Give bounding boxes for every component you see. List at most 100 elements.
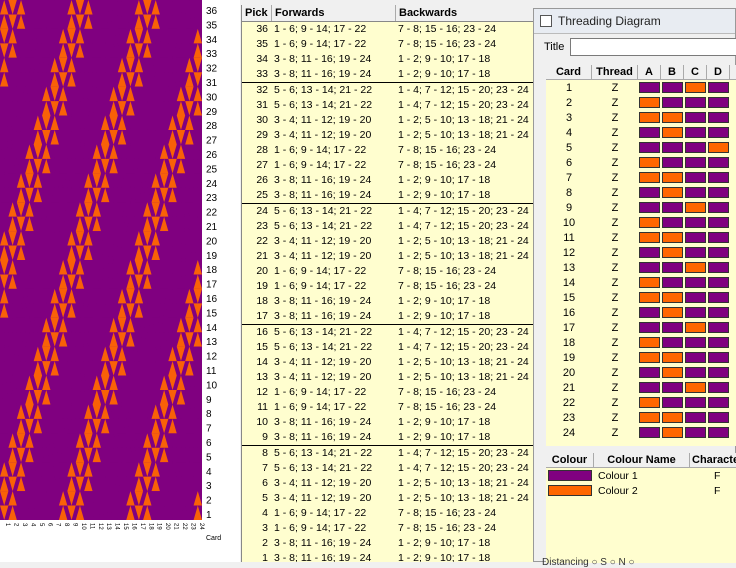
hole-b-colour-cell[interactable] bbox=[662, 217, 683, 228]
hole-d-colour-cell[interactable] bbox=[708, 172, 729, 183]
hole-b-colour-cell[interactable] bbox=[662, 382, 683, 393]
hole-b-colour-cell[interactable] bbox=[662, 202, 683, 213]
hole-c-colour-cell[interactable] bbox=[685, 307, 706, 318]
hole-b-colour-cell[interactable] bbox=[662, 412, 683, 423]
hole-c-colour-cell[interactable] bbox=[685, 322, 706, 333]
hole-c-colour-cell[interactable] bbox=[685, 217, 706, 228]
hole-b-colour-cell[interactable] bbox=[662, 277, 683, 288]
hole-b-colour-cell[interactable] bbox=[662, 187, 683, 198]
hole-a-colour-cell[interactable] bbox=[639, 262, 660, 273]
hole-c-colour-cell[interactable] bbox=[685, 367, 706, 378]
colour-swatch[interactable] bbox=[548, 470, 592, 481]
hole-d-colour-cell[interactable] bbox=[708, 322, 729, 333]
hole-c-colour-cell[interactable] bbox=[685, 187, 706, 198]
pick-row[interactable]: 25 3 - 8; 11 - 16; 19 - 24 1 - 2; 9 - 10; … bbox=[242, 188, 534, 203]
thread-direction[interactable]: Z bbox=[592, 292, 638, 304]
title-input[interactable] bbox=[570, 38, 736, 56]
hole-b-colour-cell[interactable] bbox=[662, 112, 683, 123]
pick-column-header[interactable]: Pick bbox=[242, 5, 272, 21]
pick-row[interactable]: 35 1 - 6; 9 - 14; 17 - 22 7 - 8; 15 - 16; … bbox=[242, 37, 534, 52]
distancing-options[interactable]: Distancing ○ S ○ N ○ bbox=[542, 557, 635, 568]
card-row[interactable]: 2Z bbox=[546, 95, 736, 110]
card-row[interactable]: 16 Z bbox=[546, 305, 736, 320]
thread-direction[interactable]: Z bbox=[592, 277, 638, 289]
hole-c-colour-cell[interactable] bbox=[685, 127, 706, 138]
hole-c-colour-cell[interactable] bbox=[685, 397, 706, 408]
pick-row[interactable]: 22 3 - 4; 11 - 12; 19 - 20 1 - 2; 5 - 10; … bbox=[242, 234, 534, 249]
hole-d-colour-cell[interactable] bbox=[708, 292, 729, 303]
hole-d-colour-cell[interactable] bbox=[708, 337, 729, 348]
hole-b-colour-cell[interactable] bbox=[662, 307, 683, 318]
hole-d-colour-cell[interactable] bbox=[708, 127, 729, 138]
thread-direction[interactable]: Z bbox=[592, 232, 638, 244]
hole-d-colour-cell[interactable] bbox=[708, 277, 729, 288]
hole-a-colour-cell[interactable] bbox=[639, 232, 660, 243]
card-row[interactable]: 8Z bbox=[546, 185, 736, 200]
card-row[interactable]: 19 Z bbox=[546, 350, 736, 365]
card-row[interactable]: 5Z bbox=[546, 140, 736, 155]
thread-direction[interactable]: Z bbox=[592, 202, 638, 214]
hole-d-colour-cell[interactable] bbox=[708, 307, 729, 318]
pick-row[interactable]: 20 1 - 6; 9 - 14; 17 - 22 7 - 8; 15 - 16; … bbox=[242, 264, 534, 279]
card-row[interactable]: 3Z bbox=[546, 110, 736, 125]
pick-row[interactable]: 14 3 - 4; 11 - 12; 19 - 20 1 - 2; 5 - 10; … bbox=[242, 355, 534, 370]
hole-a-colour-cell[interactable] bbox=[639, 112, 660, 123]
thread-direction[interactable]: Z bbox=[592, 337, 638, 349]
thread-direction[interactable]: Z bbox=[592, 367, 638, 379]
hole-b-colour-cell[interactable] bbox=[662, 367, 683, 378]
card-row[interactable]: 1Z bbox=[546, 80, 736, 95]
hole-b-colour-cell[interactable] bbox=[662, 82, 683, 93]
card-row[interactable]: 17 Z bbox=[546, 320, 736, 335]
thread-direction[interactable]: Z bbox=[592, 157, 638, 169]
hole-b-colour-cell[interactable] bbox=[662, 172, 683, 183]
pick-row[interactable]: 32 5 - 6; 13 - 14; 21 - 22 1 - 4; 7 - 12; … bbox=[242, 82, 534, 98]
colour-swatch[interactable] bbox=[548, 485, 592, 496]
hole-b-colour-cell[interactable] bbox=[662, 157, 683, 168]
hole-d-colour-cell[interactable] bbox=[708, 142, 729, 153]
hole-b-colour-cell[interactable] bbox=[662, 352, 683, 363]
hole-d-colour-cell[interactable] bbox=[708, 82, 729, 93]
hole-c-colour-cell[interactable] bbox=[685, 382, 706, 393]
thread-direction[interactable]: Z bbox=[592, 412, 638, 424]
hole-a-colour-cell[interactable] bbox=[639, 82, 660, 93]
pick-row[interactable]: 15 5 - 6; 13 - 14; 21 - 22 1 - 4; 7 - 12; … bbox=[242, 340, 534, 355]
card-row[interactable]: 15 Z bbox=[546, 290, 736, 305]
hole-c-colour-cell[interactable] bbox=[685, 97, 706, 108]
hole-c-colour-cell[interactable] bbox=[685, 247, 706, 258]
hole-b-colour-cell[interactable] bbox=[662, 397, 683, 408]
hole-c-colour-cell[interactable] bbox=[685, 337, 706, 348]
hole-a-column-header[interactable]: A bbox=[638, 65, 661, 80]
card-row[interactable]: 11 Z bbox=[546, 230, 736, 245]
pick-row[interactable]: 4 1 - 6; 9 - 14; 17 - 22 7 - 8; 15 - 16; 2… bbox=[242, 506, 534, 521]
pick-row[interactable]: 34 3 - 8; 11 - 16; 19 - 24 1 - 2; 9 - 10; … bbox=[242, 52, 534, 67]
pick-row[interactable]: 11 1 - 6; 9 - 14; 17 - 22 7 - 8; 15 - 16; … bbox=[242, 400, 534, 415]
hole-b-colour-cell[interactable] bbox=[662, 127, 683, 138]
card-row[interactable]: 12 Z bbox=[546, 245, 736, 260]
thread-direction[interactable]: Z bbox=[592, 187, 638, 199]
card-row[interactable]: 14 Z bbox=[546, 275, 736, 290]
hole-b-colour-cell[interactable] bbox=[662, 292, 683, 303]
card-row[interactable]: 18 Z bbox=[546, 335, 736, 350]
card-row[interactable]: 7Z bbox=[546, 170, 736, 185]
pick-row[interactable]: 9 3 - 8; 11 - 16; 19 - 24 1 - 2; 9 - 10; 1… bbox=[242, 430, 534, 445]
pick-row[interactable]: 30 3 - 4; 11 - 12; 19 - 20 1 - 2; 5 - 10; … bbox=[242, 113, 534, 128]
hole-d-colour-cell[interactable] bbox=[708, 412, 729, 423]
hole-d-colour-cell[interactable] bbox=[708, 187, 729, 198]
card-row[interactable]: 9Z bbox=[546, 200, 736, 215]
thread-direction[interactable]: Z bbox=[592, 427, 638, 439]
pick-row[interactable]: 33 3 - 8; 11 - 16; 19 - 24 1 - 2; 9 - 10; … bbox=[242, 67, 534, 82]
hole-a-colour-cell[interactable] bbox=[639, 217, 660, 228]
hole-c-colour-cell[interactable] bbox=[685, 262, 706, 273]
hole-d-colour-cell[interactable] bbox=[708, 232, 729, 243]
colour-row[interactable]: Colour 1 F bbox=[546, 468, 736, 483]
hole-a-colour-cell[interactable] bbox=[639, 352, 660, 363]
thread-direction[interactable]: Z bbox=[592, 142, 638, 154]
thread-direction[interactable]: Z bbox=[592, 352, 638, 364]
hole-b-colour-cell[interactable] bbox=[662, 337, 683, 348]
card-row[interactable]: 21 Z bbox=[546, 380, 736, 395]
hole-d-colour-cell[interactable] bbox=[708, 112, 729, 123]
pick-row[interactable]: 8 5 - 6; 13 - 14; 21 - 22 1 - 4; 7 - 12; 1… bbox=[242, 445, 534, 461]
hole-c-colour-cell[interactable] bbox=[685, 112, 706, 123]
hole-d-colour-cell[interactable] bbox=[708, 217, 729, 228]
pick-row[interactable]: 26 3 - 8; 11 - 16; 19 - 24 1 - 2; 9 - 10; … bbox=[242, 173, 534, 188]
